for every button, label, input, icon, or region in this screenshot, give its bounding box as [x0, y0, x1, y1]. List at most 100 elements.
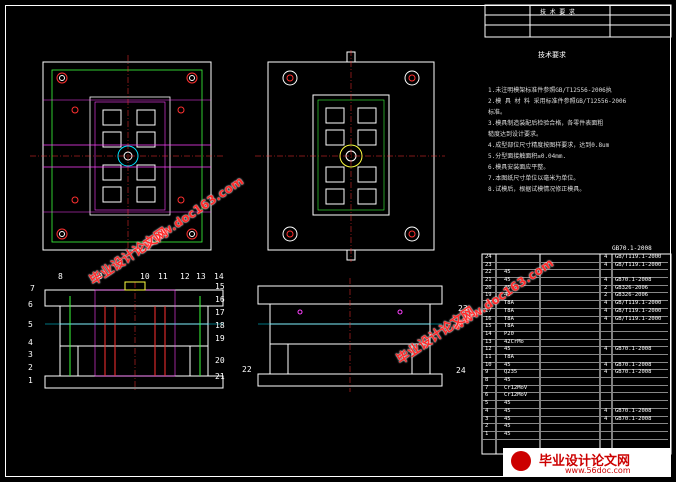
tech-note-item: 3.模具制造装配后检验合格，各零件表面粗 — [488, 120, 604, 127]
bom-cell-mat: 45 — [504, 423, 511, 430]
callout-label: 11 — [158, 272, 168, 281]
callout-label: 8 — [58, 272, 63, 281]
bom-cell-qty: 2 — [604, 284, 608, 291]
bom-cell-no: 5 — [485, 400, 489, 407]
bom-cell-std: GB326-2006 — [615, 284, 649, 291]
site-logo: 毕业设计论文网 www.56doc.com — [503, 448, 671, 476]
bom-cell-mat: 45 — [504, 415, 511, 422]
tech-note-item: 1.未注明模架标准件参照GB/T12556-2006执 — [488, 87, 612, 94]
callout-label: 13 — [196, 272, 206, 281]
tech-note-item: 标准。 — [488, 109, 507, 116]
callout-label: 22 — [242, 365, 252, 374]
bom-cell-std: GB326-2006 — [615, 292, 649, 299]
bom-cell-qty: 2 — [604, 292, 608, 299]
bom-cell-no: 14 — [485, 330, 492, 337]
bom-cell-std: GB70.1-2008 — [615, 277, 652, 284]
bom-cell-mat: T8A — [504, 315, 514, 322]
callout-label: 7 — [30, 284, 35, 293]
plan-view-left — [30, 55, 225, 258]
bom-cell-no: 20 — [485, 284, 492, 291]
bom-cell-no: 21 — [485, 277, 492, 284]
bom-cell-mat: Cr12MoV — [504, 392, 528, 399]
callout-label: 3 — [28, 350, 33, 359]
bom-cell-std: GB/T119.1-2000 — [615, 261, 662, 268]
bom-cell-std: GB/T119.1-2000 — [615, 307, 662, 314]
tech-note-item: 6.模具安装面应平整。 — [488, 164, 550, 171]
callout-label: 14 — [214, 272, 224, 281]
section-view-left — [44, 281, 224, 390]
bom-cell-no: 11 — [485, 354, 492, 360]
bom-cell-qty: 4 — [604, 307, 608, 314]
bom-cell-mat: 45 — [504, 377, 511, 384]
tech-notes-title: 技术要求 — [538, 51, 566, 59]
callout-label: 24 — [456, 366, 466, 375]
bom-cell-qty: 4 — [604, 315, 608, 322]
bom-cell-qty: 4 — [604, 277, 608, 284]
bom-cell-mat: P20 — [504, 330, 514, 337]
logo-url: www.56doc.com — [565, 466, 631, 475]
callout-label: 16 — [215, 295, 225, 304]
logo-icon — [511, 451, 531, 471]
tech-note-item: 4.成型部位尺寸精度按图样要求，达到0.8um — [488, 142, 610, 149]
bom-cell-mat: Q235 — [504, 369, 518, 376]
tech-note-item: 8.试模后，根据试模情况修正模具。 — [488, 186, 586, 193]
bom-cell-mat: 45 — [504, 400, 511, 407]
tech-note-item: 5.分型面接触面积≥0.04mm. — [488, 153, 567, 160]
bom-cell-std: GB70.1-2008 — [615, 361, 652, 368]
bom-cell-no: 1 — [485, 430, 489, 437]
bom-cell-no: 24 — [485, 254, 492, 260]
tech-note-item: 7.本图纸尺寸单位以毫米为单位。 — [488, 175, 580, 182]
bom-cell-no: 23 — [485, 261, 492, 268]
bom-cell-std: GB70.1-2008 — [615, 346, 652, 353]
bom-row: 1 45 — [482, 431, 668, 440]
bom-cell-mat: 45 — [504, 346, 511, 353]
bom-cell-mat: 45 — [504, 269, 511, 276]
callout-label: 17 — [215, 308, 225, 317]
bom-cell-mat: 42CrMo — [504, 338, 524, 345]
bom-cell-no: 3 — [485, 415, 489, 422]
bom-cell-qty: 4 — [604, 369, 608, 376]
callout-label: 2 — [28, 363, 33, 372]
callout-label: 10 — [140, 272, 150, 281]
bom-cell-no: 7 — [485, 384, 489, 391]
callout-label: 21 — [215, 372, 225, 381]
callout-label: 1 — [28, 376, 33, 385]
bom-cell-std: GB/T119.1-2000 — [615, 254, 662, 260]
bom-cell-qty: 4 — [604, 415, 608, 422]
plan-view-right — [255, 50, 445, 262]
bom-cell-no: 8 — [485, 377, 489, 384]
bom-top-code: GB70.1-2008 — [612, 245, 652, 252]
section-view-right — [257, 278, 443, 392]
bom-cell-mat: 45 — [504, 407, 511, 414]
callout-label: 19 — [215, 334, 225, 343]
bom-cell-mat: T8A — [504, 307, 514, 314]
bom-cell-qty: 4 — [604, 261, 608, 268]
bom-cell-no: 12 — [485, 346, 492, 353]
bom-cell-mat: Cr12MoV — [504, 384, 528, 391]
bom-cell-mat: T8A — [504, 323, 514, 330]
bom-cell-std: GB70.1-2008 — [615, 407, 652, 414]
bom-cell-no: 13 — [485, 338, 492, 345]
bom-cell-qty: 4 — [604, 346, 608, 353]
callout-label: 5 — [28, 320, 33, 329]
callout-label: 20 — [215, 356, 225, 365]
bom-cell-no: 9 — [485, 369, 489, 376]
bom-cell-std: GB/T119.1-2000 — [615, 315, 662, 322]
bom-cell-no: 4 — [485, 407, 489, 414]
bom-cell-no: 2 — [485, 423, 489, 430]
callout-label: 6 — [28, 300, 33, 309]
tech-note-item: 2.模 具 材 料 采用标准件参照GB/T12556-2006 — [488, 98, 627, 105]
bom-cell-mat: 45 — [504, 430, 511, 437]
bom-cell-qty: 4 — [604, 300, 608, 307]
bom-cell-no: 6 — [485, 392, 489, 399]
bom-cell-qty: 4 — [604, 254, 608, 260]
bom-cell-no: 16 — [485, 315, 492, 322]
bom-cell-std: GB/T119.1-2000 — [615, 300, 662, 307]
title-block-top — [484, 4, 672, 38]
bom-cell-mat: 45 — [504, 361, 511, 368]
bom-cell-mat: T8A — [504, 354, 514, 360]
bom-cell-std: GB70.1-2008 — [615, 369, 652, 376]
bom-cell-no: 22 — [485, 269, 492, 276]
bom-cell-no: 10 — [485, 361, 492, 368]
bom-cell-qty: 4 — [604, 361, 608, 368]
